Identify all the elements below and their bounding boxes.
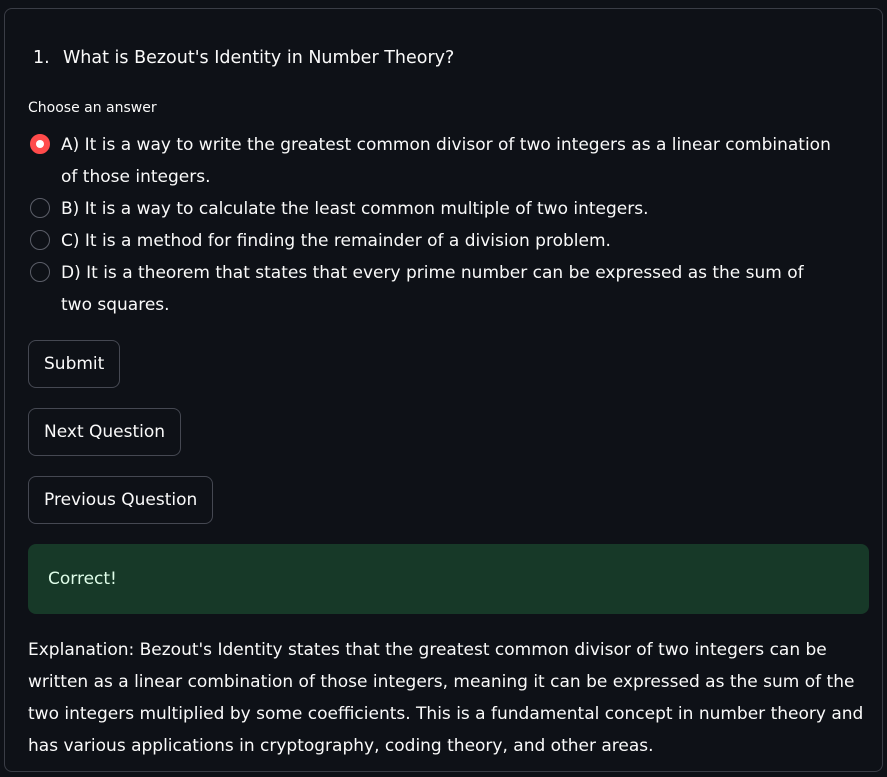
radio-button-icon[interactable] bbox=[30, 230, 50, 250]
option-d-label: D) It is a theorem that states that ever… bbox=[61, 263, 804, 315]
option-a[interactable]: A) It is a way to write the greatest com… bbox=[29, 129, 831, 193]
option-b[interactable]: B) It is a way to calculate the least co… bbox=[29, 193, 831, 225]
submit-button[interactable]: Submit bbox=[28, 340, 121, 388]
option-c[interactable]: C) It is a method for finding the remain… bbox=[29, 225, 831, 257]
radio-button-icon[interactable] bbox=[30, 262, 50, 282]
radio-button-checked-icon[interactable] bbox=[30, 134, 50, 154]
option-b-label: B) It is a way to calculate the least co… bbox=[61, 199, 649, 219]
option-a-label: A) It is a way to write the greatest com… bbox=[61, 135, 831, 187]
next-question-button[interactable]: Next Question bbox=[28, 408, 182, 456]
question-heading: 1. What is Bezout's Identity in Number Th… bbox=[33, 44, 454, 72]
radio-button-icon[interactable] bbox=[30, 198, 50, 218]
option-d[interactable]: D) It is a theorem that states that ever… bbox=[29, 257, 831, 321]
question-text: What is Bezout's Identity in Number Theo… bbox=[63, 48, 455, 68]
success-alert: Correct! bbox=[28, 544, 869, 614]
radio-group-label: Choose an answer bbox=[28, 100, 157, 116]
answer-radio-group: A) It is a way to write the greatest com… bbox=[29, 129, 849, 321]
option-c-label: C) It is a method for finding the remain… bbox=[61, 231, 611, 251]
previous-question-button[interactable]: Previous Question bbox=[28, 476, 214, 524]
quiz-container: 1. What is Bezout's Identity in Number Th… bbox=[4, 8, 883, 772]
question-number: 1. bbox=[33, 48, 50, 68]
explanation-text: Explanation: Bezout's Identity states th… bbox=[28, 640, 864, 756]
